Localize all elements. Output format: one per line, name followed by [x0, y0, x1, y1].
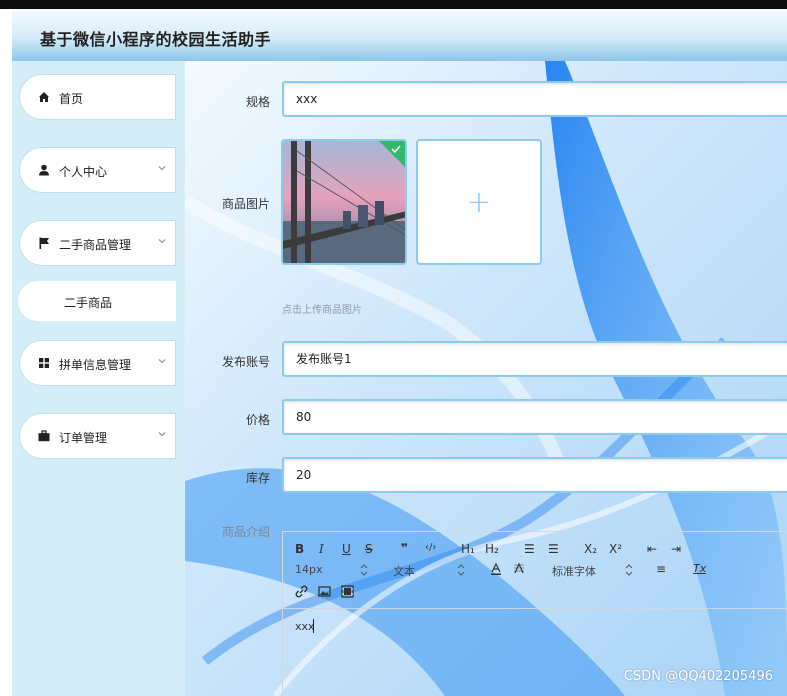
background-color-icon[interactable]	[512, 562, 526, 576]
outdent-button[interactable]: ⇤	[647, 542, 657, 556]
sidebar-item-group-order-management[interactable]: 拼单信息管理	[16, 337, 176, 389]
image-upload-hint: 点击上传商品图片	[282, 305, 362, 316]
font-color-icon[interactable]	[489, 562, 503, 576]
text-style-select[interactable]: 文本	[393, 563, 415, 579]
spec-input[interactable]: xxx	[282, 81, 787, 117]
briefcase-icon	[38, 430, 50, 442]
top-bar	[0, 0, 787, 9]
strike-button[interactable]: S	[365, 542, 373, 556]
align-button[interactable]: ≡	[656, 562, 666, 576]
font-size-select[interactable]: 14px	[295, 563, 323, 576]
sidebar-item-home[interactable]: 首页	[16, 71, 176, 123]
h1-button[interactable]: H₁	[461, 542, 475, 556]
subscript-button[interactable]: X₂	[584, 542, 597, 556]
bullet-list-button[interactable]: ☰	[548, 542, 559, 556]
text-cursor	[313, 619, 314, 633]
chevron-down-icon	[158, 166, 166, 171]
quote-button[interactable]: ❞	[401, 541, 408, 555]
h2-button[interactable]: H₂	[485, 542, 499, 556]
uploaded-image-thumbnail[interactable]	[281, 139, 407, 265]
indent-button[interactable]: ⇥	[671, 542, 681, 556]
bold-button[interactable]: B	[295, 542, 304, 556]
ordered-list-button[interactable]: ☰	[524, 542, 535, 556]
sidebar-item-order-management[interactable]: 订单管理	[16, 410, 176, 462]
account-input[interactable]: 发布账号1	[282, 341, 787, 377]
price-input[interactable]: 80	[282, 399, 787, 435]
sidebar-item-label: 拼单信息管理	[59, 358, 132, 372]
app-title: 基于微信小程序的校园生活助手	[40, 30, 272, 49]
stock-input[interactable]: 20	[282, 457, 787, 493]
code-button[interactable]: ‹/›	[425, 542, 436, 553]
select-arrows-icon	[625, 564, 633, 576]
check-icon	[391, 145, 401, 154]
image-label: 商品图片	[221, 197, 270, 211]
home-icon	[39, 92, 49, 102]
clear-format-button[interactable]: Tx	[693, 562, 706, 575]
sidebar: 首页 个人中心 二手商品管理 二手商品 拼单信息管理 订单管理	[12, 61, 185, 696]
video-icon[interactable]	[341, 585, 354, 598]
flag-icon	[39, 237, 49, 249]
editor-divider	[283, 608, 787, 609]
spec-label: 规格	[245, 95, 270, 109]
editor-content[interactable]: xxx	[295, 620, 315, 633]
user-icon	[39, 164, 49, 176]
sidebar-subitem-label: 二手商品	[64, 296, 113, 310]
superscript-button[interactable]: X²	[609, 542, 622, 556]
account-label: 发布账号	[221, 355, 270, 369]
price-label: 价格	[245, 413, 270, 427]
sidebar-item-label: 首页	[59, 92, 84, 106]
select-arrows-icon	[457, 564, 465, 576]
sidebar-item-personal-center[interactable]: 个人中心	[16, 144, 176, 196]
app-header: 基于微信小程序的校园生活助手	[12, 9, 787, 61]
grid-icon	[39, 358, 49, 368]
link-icon[interactable]	[295, 585, 308, 598]
sidebar-item-label: 二手商品管理	[59, 238, 132, 252]
plus-icon: +	[466, 184, 492, 220]
bridge-photo	[283, 141, 405, 263]
sidebar-item-label: 个人中心	[59, 165, 108, 179]
sidebar-item-label: 订单管理	[59, 431, 108, 445]
watermark: CSDN @QQ402205496	[623, 669, 773, 684]
sidebar-item-secondhand-management[interactable]: 二手商品管理	[16, 217, 176, 269]
select-arrows-icon	[360, 564, 368, 576]
main-form-area: 规格 xxx 商品图片 + 点击上传商品图片 发布账号 发布账号1 价格 80 …	[185, 61, 787, 696]
intro-label: 商品介绍	[221, 525, 270, 539]
italic-button[interactable]: I	[319, 542, 324, 556]
chevron-down-icon	[158, 239, 166, 244]
image-upload-button[interactable]: +	[416, 139, 542, 265]
font-family-select[interactable]: 标准字体	[552, 563, 596, 579]
chevron-down-icon	[158, 432, 166, 437]
stock-label: 库存	[245, 471, 270, 485]
image-icon[interactable]	[318, 585, 331, 598]
sidebar-subitem-secondhand-goods[interactable]: 二手商品	[16, 279, 176, 323]
underline-button[interactable]: U	[342, 542, 351, 556]
chevron-down-icon	[158, 359, 166, 364]
